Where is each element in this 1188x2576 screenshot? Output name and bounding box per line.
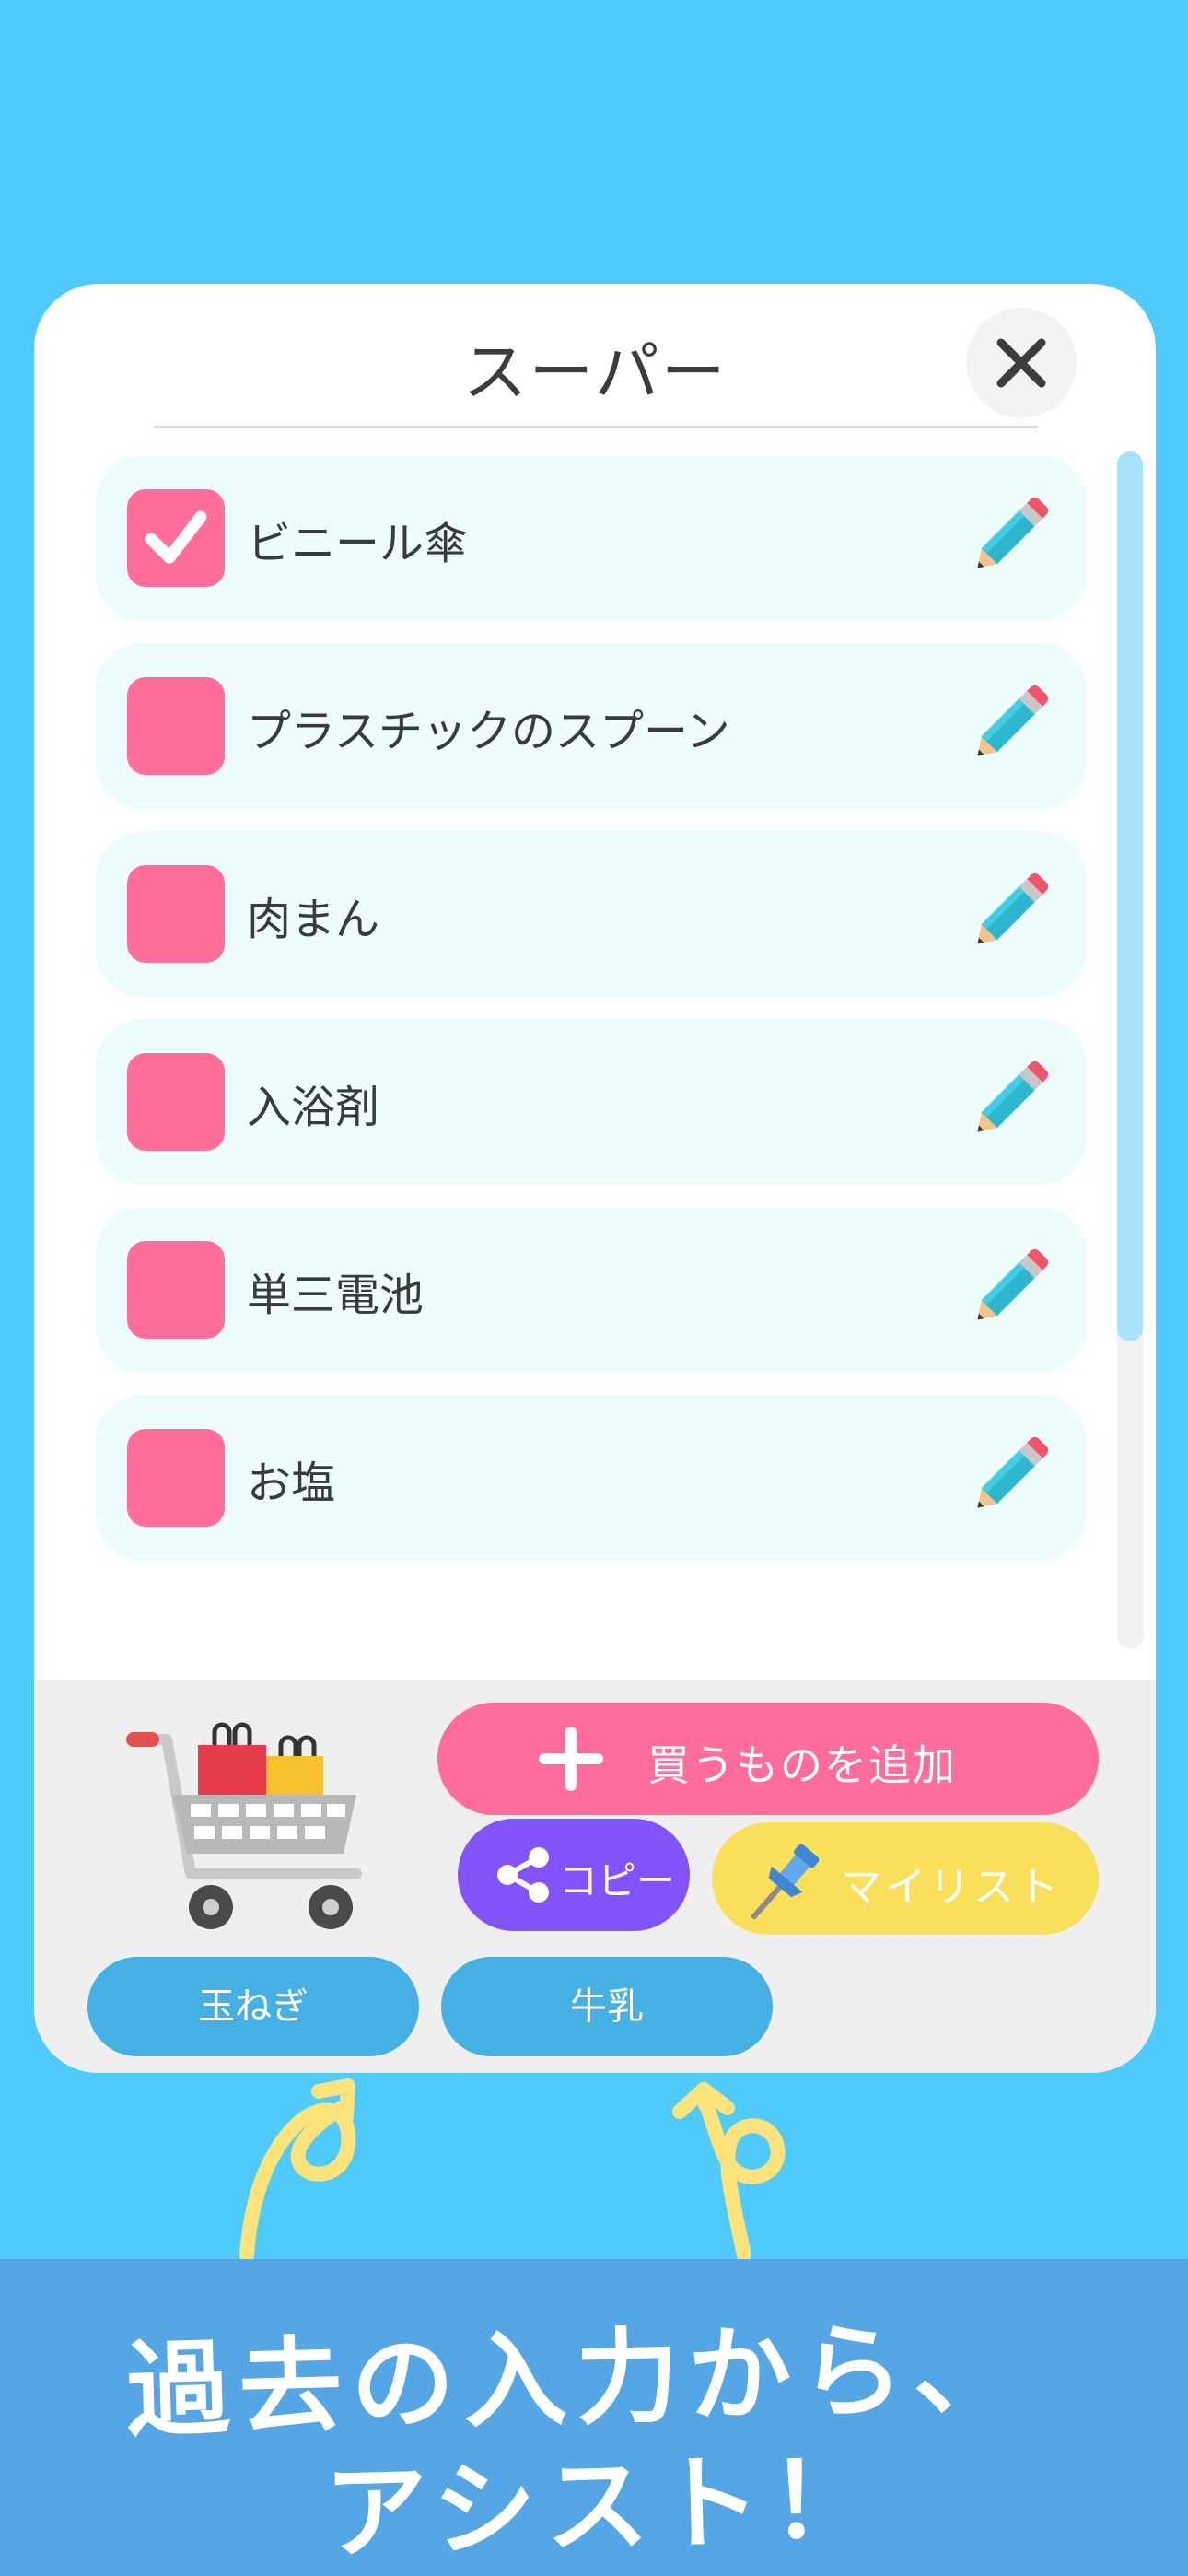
add-item-label: 買うものを追加	[647, 1740, 957, 1790]
copy-label: コピー	[559, 1858, 676, 1903]
pencil-icon[interactable]	[961, 1054, 1054, 1150]
list-item: お塩	[96, 1395, 1087, 1561]
copy-button[interactable]: コピー	[458, 1819, 690, 1931]
shopping-list-card: スーパー ビニール傘 プラスチックのスプーン 肉まん 入浴剤 単三電池 お塩 買…	[34, 284, 1156, 2073]
item-label: 入浴剤	[247, 1082, 380, 1133]
item-label: ビニール傘	[247, 518, 469, 569]
app-screen: スーパー ビニール傘 プラスチックのスプーン 肉まん 入浴剤 単三電池 お塩 買…	[0, 0, 1188, 2576]
add-item-button[interactable]: 買うものを追加	[437, 1703, 1099, 1815]
scrollbar-thumb[interactable]	[1117, 451, 1143, 1341]
title-divider	[154, 426, 1038, 428]
list-item: 入浴剤	[96, 1019, 1087, 1185]
item-checkbox[interactable]	[127, 865, 225, 963]
item-label: 肉まん	[247, 894, 380, 945]
curly-arrow-icon	[239, 2078, 356, 2263]
pencil-icon[interactable]	[961, 1242, 1054, 1338]
close-button[interactable]	[966, 308, 1077, 418]
bottom-panel: 買うものを追加 コピー マイリスト 玉ねぎ 牛乳	[34, 1680, 1156, 2073]
close-icon	[996, 338, 1046, 388]
checkmark-icon	[145, 510, 207, 564]
item-checkbox[interactable]	[127, 677, 225, 775]
share-icon	[497, 1847, 549, 1903]
pushpin-icon	[751, 1844, 820, 1919]
item-list: ビニール傘 プラスチックのスプーン 肉まん 入浴剤 単三電池 お塩	[96, 455, 1087, 1583]
item-checkbox[interactable]	[127, 489, 225, 587]
item-label: 単三電池	[247, 1270, 425, 1321]
item-label: お塩	[247, 1458, 336, 1509]
curly-arrow-icon	[672, 2082, 786, 2263]
suggestion-chip[interactable]: 牛乳	[441, 1957, 773, 2056]
item-checkbox[interactable]	[127, 1429, 225, 1527]
shopping-cart-icon	[126, 1722, 362, 1929]
pencil-icon[interactable]	[961, 678, 1054, 774]
banner-headline-line2: アシスト！	[322, 2440, 884, 2574]
suggestion-chip[interactable]: 玉ねぎ	[87, 1957, 419, 2056]
item-checkbox[interactable]	[127, 1053, 225, 1151]
plus-icon	[539, 1727, 603, 1791]
list-item: 単三電池	[96, 1207, 1087, 1373]
mylist-button[interactable]: マイリスト	[712, 1822, 1099, 1935]
item-label: プラスチックのスプーン	[247, 706, 730, 757]
list-item: ビニール傘	[96, 455, 1087, 621]
promo-banner: 過去の入力から、 アシスト！	[0, 2259, 1188, 2576]
mylist-label: マイリスト	[841, 1864, 1062, 1911]
pencil-icon[interactable]	[961, 490, 1054, 586]
item-checkbox[interactable]	[127, 1241, 225, 1339]
pencil-icon[interactable]	[961, 1430, 1054, 1526]
pencil-icon[interactable]	[961, 866, 1054, 962]
list-item: 肉まん	[96, 831, 1087, 997]
list-item: プラスチックのスプーン	[96, 643, 1087, 809]
scrollbar-track[interactable]	[1117, 451, 1143, 1649]
